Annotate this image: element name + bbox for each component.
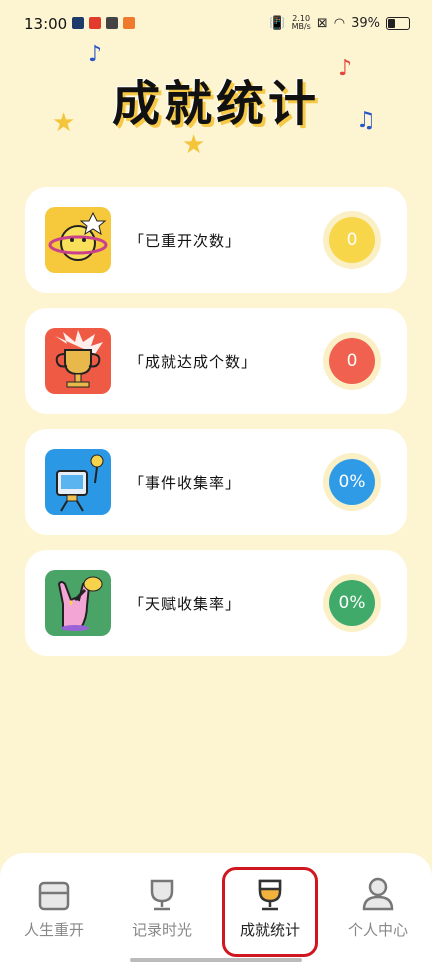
sim-icon: ⊠ <box>316 15 328 31</box>
stat-label: 「已重开次数」 <box>129 232 242 250</box>
app-notification-icon <box>106 17 118 29</box>
stat-label: 「成就达成个数」 <box>129 353 258 371</box>
stat-value-badge: 0 <box>329 338 375 384</box>
status-bar: 13:00 📳 2.10 MB/s ⊠ ◠ 39% <box>0 0 432 50</box>
tab-label: 个人中心 <box>347 921 408 939</box>
app-notification-icon <box>123 17 135 29</box>
app-notification-icon <box>72 17 84 29</box>
planet-icon <box>45 207 111 273</box>
header: ♪ ♪ ♫ ★ ★ 成就统计 <box>0 42 432 170</box>
stat-value-badge: 0 <box>329 217 375 263</box>
stat-card-restarts: 「已重开次数」 0 <box>25 187 407 293</box>
home-indicator[interactable] <box>130 958 302 962</box>
page-title: 成就统计 <box>111 76 320 132</box>
status-time: 13:00 <box>24 15 68 33</box>
tab-label: 人生重开 <box>23 921 84 939</box>
cup-icon <box>142 875 182 913</box>
wifi-icon: ◠ <box>333 15 346 31</box>
star-icon: ★ <box>182 130 206 160</box>
stat-card-talents: 「天赋收集率」 0% <box>25 550 407 656</box>
stat-card-events: 「事件收集率」 0% <box>25 429 407 535</box>
person-icon <box>358 875 398 913</box>
active-tab-highlight <box>222 867 318 957</box>
stat-value-badge: 0% <box>329 459 375 505</box>
vibrate-icon: 📳 <box>269 15 286 31</box>
tab-records[interactable]: 记录时光 <box>108 875 216 945</box>
bottom-nav: 人生重开 记录时光 成就统计 个人中心 <box>0 853 432 964</box>
tab-label: 记录时光 <box>131 921 192 939</box>
stat-label: 「天赋收集率」 <box>129 595 242 613</box>
trophy-icon <box>45 328 111 394</box>
box-icon <box>34 875 74 913</box>
app-notification-icon <box>89 17 101 29</box>
tab-restart-life[interactable]: 人生重开 <box>0 875 108 945</box>
stat-value-badge: 0% <box>329 580 375 626</box>
computer-mascot-icon <box>45 449 111 515</box>
stat-label: 「事件收集率」 <box>129 474 242 492</box>
status-app-icons <box>72 17 135 29</box>
stat-card-achievements: 「成就达成个数」 0 <box>25 308 407 414</box>
tab-profile[interactable]: 个人中心 <box>324 875 432 945</box>
rock-hand-icon <box>45 570 111 636</box>
battery-icon <box>386 16 410 30</box>
battery-percent: 39% <box>351 15 380 31</box>
network-speed: 2.10 MB/s <box>291 14 311 31</box>
